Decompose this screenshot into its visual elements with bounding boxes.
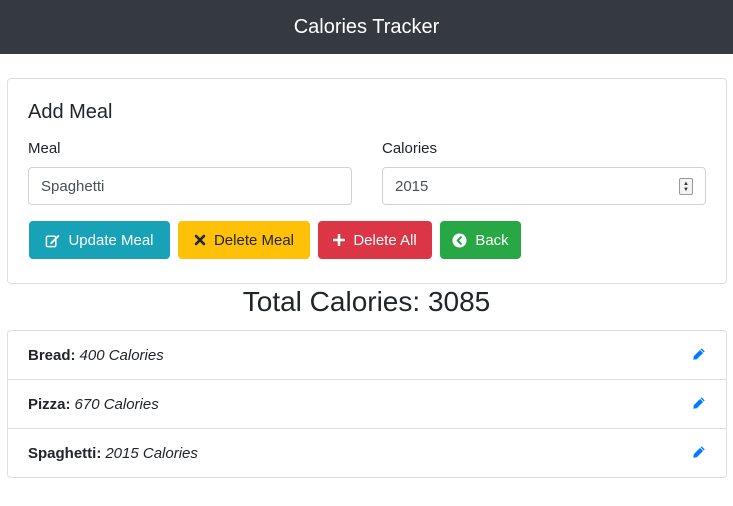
meal-input[interactable]: Spaghetti bbox=[28, 167, 352, 205]
total-calories: Total Calories: 3085 bbox=[0, 286, 733, 318]
calories-label: Calories bbox=[382, 140, 438, 157]
calories-input-value: 2015 bbox=[395, 177, 429, 195]
update-meal-button[interactable]: Update Meal bbox=[29, 221, 170, 259]
calories-input[interactable]: 2015 ▲ ▼ bbox=[382, 167, 706, 205]
meal-calories: 670 Calories bbox=[74, 395, 159, 413]
delete-all-button[interactable]: Delete All bbox=[318, 221, 432, 259]
pencil-icon[interactable] bbox=[692, 347, 706, 361]
navbar: Calories Tracker bbox=[0, 0, 733, 54]
total-calories-value: 3085 bbox=[427, 286, 491, 317]
meal-label: Meal bbox=[28, 140, 61, 157]
meal-name: Spaghetti: bbox=[28, 444, 102, 462]
meal-name: Pizza: bbox=[28, 395, 71, 413]
spinner-down-icon[interactable]: ▼ bbox=[683, 187, 689, 193]
meal-name: Bread: bbox=[28, 346, 76, 364]
card-title: Add Meal bbox=[28, 101, 113, 123]
back-label: Back bbox=[475, 231, 509, 249]
close-icon bbox=[194, 234, 206, 246]
number-spinner[interactable]: ▲ ▼ bbox=[679, 178, 693, 195]
edit-icon bbox=[46, 234, 60, 247]
list-item: Bread: 400 Calories bbox=[8, 331, 726, 380]
delete-all-label: Delete All bbox=[353, 231, 417, 249]
delete-meal-label: Delete Meal bbox=[213, 231, 295, 249]
list-item: Pizza: 670 Calories bbox=[8, 380, 726, 429]
back-button[interactable]: Back bbox=[440, 221, 521, 259]
add-meal-card: Add Meal Meal Spaghetti Calories 2015 ▲ … bbox=[7, 78, 727, 284]
chevron-left-circle-icon bbox=[452, 232, 467, 248]
meal-list: Bread: 400 Calories Pizza: 670 Calories … bbox=[7, 330, 727, 478]
pencil-icon[interactable] bbox=[692, 445, 706, 459]
total-calories-label: Total Calories: bbox=[242, 286, 421, 317]
meal-input-value: Spaghetti bbox=[41, 177, 105, 195]
list-item: Spaghetti: 2015 Calories bbox=[8, 429, 726, 477]
app-title[interactable]: Calories Tracker bbox=[294, 16, 440, 39]
meal-calories: 400 Calories bbox=[79, 346, 164, 364]
update-meal-label: Update Meal bbox=[68, 231, 154, 249]
meal-calories: 2015 Calories bbox=[105, 444, 198, 462]
plus-icon bbox=[333, 234, 346, 246]
pencil-icon[interactable] bbox=[692, 396, 706, 410]
delete-meal-button[interactable]: Delete Meal bbox=[178, 221, 310, 259]
